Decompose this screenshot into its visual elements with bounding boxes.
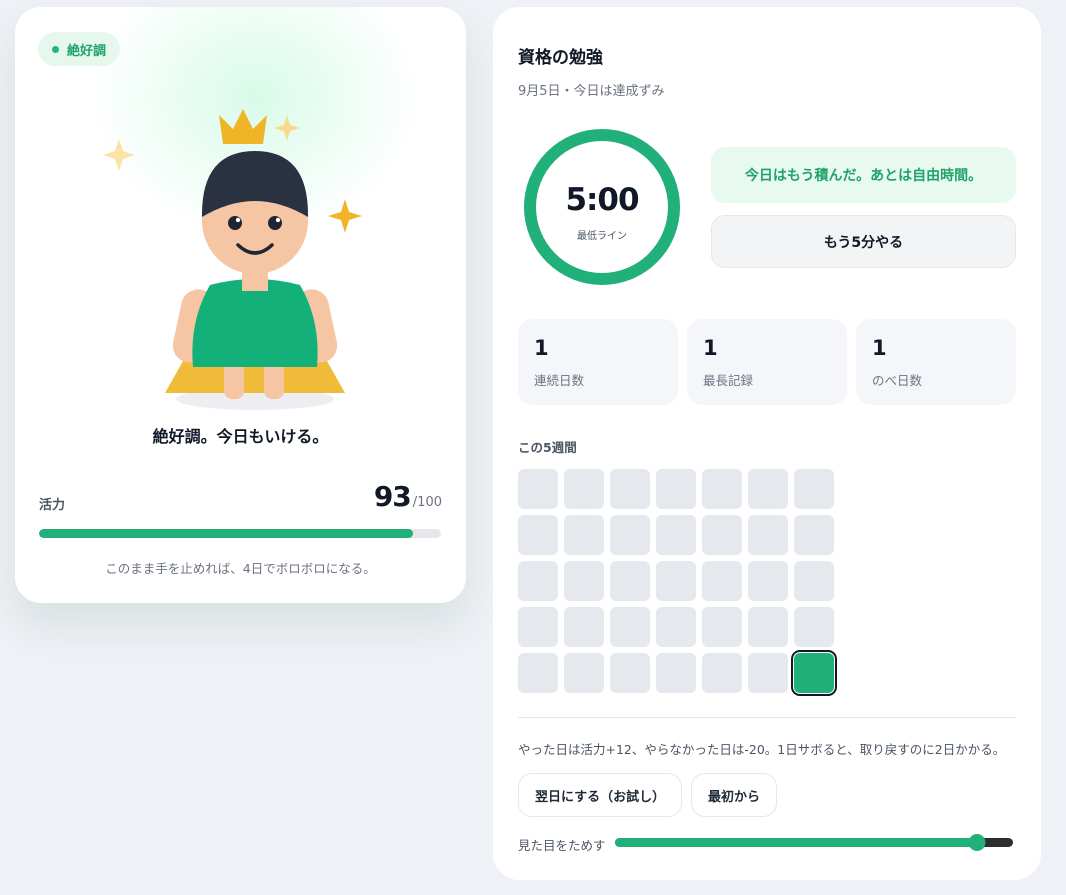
calendar-grid <box>518 469 837 696</box>
calendar-cell <box>564 515 604 555</box>
habit-title: 資格の勉強 <box>518 48 603 68</box>
slider-track-fill <box>615 838 978 847</box>
calendar-cell <box>656 515 696 555</box>
appearance-slider-label: 見た目をためす <box>518 838 606 853</box>
mood-dot-icon <box>52 45 59 53</box>
calendar-cell <box>610 515 650 555</box>
action-buttons: 翌日にする（お試し） 最初から <box>518 773 777 817</box>
habit-panel: 資格の勉強 9月5日・今日は達成ずみ 5:00 最低ライン 今日はもう積んだ。あ… <box>493 7 1041 880</box>
rule-text: やった日は活力+12、やらなかった日は-20。1日サボると、取り戻すのに2日かか… <box>518 742 1006 757</box>
calendar-cell <box>564 653 604 693</box>
vitality-bar-fill <box>39 529 413 538</box>
stat-best: 1 最長記録 <box>687 319 847 405</box>
sparkle-icon <box>274 115 300 141</box>
appearance-slider[interactable] <box>615 833 1013 853</box>
calendar-cell <box>518 653 558 693</box>
done-message: 今日はもう積んだ。あとは自由時間。 <box>711 147 1016 203</box>
slider-thumb[interactable] <box>968 834 986 851</box>
calendar-cell <box>702 469 742 509</box>
stat-label: 連続日数 <box>534 373 585 388</box>
vitality-note: このまま手を止めれば、4日でボロボロになる。 <box>105 561 376 576</box>
calendar-cell <box>656 469 696 509</box>
character-caption: 絶好調。今日もいける。 <box>152 427 329 446</box>
timer-ring: 5:00 最低ライン <box>522 127 682 287</box>
calendar-cell <box>702 607 742 647</box>
calendar-cell <box>748 561 788 601</box>
calendar-cell <box>794 515 834 555</box>
calendar-cell <box>518 469 558 509</box>
calendar-cell <box>564 607 604 647</box>
reset-button[interactable]: 最初から <box>691 773 777 817</box>
vitality-number: 93 <box>373 480 412 513</box>
calendar-cell <box>564 561 604 601</box>
calendar-cell <box>518 515 558 555</box>
calendar-cell <box>656 561 696 601</box>
calendar-cell <box>748 469 788 509</box>
calendar-cell <box>794 561 834 601</box>
mood-badge-label: 絶好調 <box>67 43 107 59</box>
character-eye <box>268 216 282 230</box>
calendar-cell <box>518 607 558 647</box>
calendar-cell-today <box>791 650 837 696</box>
calendar-cell <box>564 469 604 509</box>
character-card: 絶好調 絶好調。今日もいける。 活力 93 /100 このまま手を止めれば、4日… <box>15 7 466 603</box>
stat-value: 1 <box>534 336 549 360</box>
timer-time: 5:00 <box>565 182 639 218</box>
calendar-cell <box>610 653 650 693</box>
stat-streak: 1 連続日数 <box>518 319 678 405</box>
next-day-button[interactable]: 翌日にする（お試し） <box>518 773 682 817</box>
more-five-minutes-button[interactable]: もう5分やる <box>711 215 1016 268</box>
vitality-label: 活力 <box>39 498 66 513</box>
calendar-cell <box>656 653 696 693</box>
character-eye <box>228 216 242 230</box>
calendar-cell <box>610 469 650 509</box>
calendar-cell <box>702 515 742 555</box>
divider <box>518 717 1016 718</box>
character-dress <box>192 279 318 367</box>
calendar-cell <box>702 653 742 693</box>
stat-label: のべ日数 <box>872 373 923 388</box>
calendar-cell <box>794 607 834 647</box>
character-illustration <box>103 109 362 410</box>
calendar-cell <box>748 607 788 647</box>
weeks-title: この5週間 <box>518 440 577 455</box>
stat-total: 1 のべ日数 <box>856 319 1016 405</box>
calendar-cell <box>794 469 834 509</box>
sparkle-icon <box>328 199 362 233</box>
stat-value: 1 <box>872 336 887 360</box>
vitality-value: 93 /100 <box>374 480 442 513</box>
calendar-cell <box>610 561 650 601</box>
calendar-cell <box>656 607 696 647</box>
sparkle-icon <box>103 139 135 171</box>
vitality-bar <box>39 529 441 538</box>
habit-subtitle: 9月5日・今日は達成ずみ <box>518 84 665 99</box>
mood-badge: 絶好調 <box>38 32 121 66</box>
calendar-cell <box>748 515 788 555</box>
crown-icon <box>219 109 267 144</box>
stat-label: 最長記録 <box>703 373 754 388</box>
stat-value: 1 <box>703 336 718 360</box>
vitality-max: /100 <box>412 495 442 510</box>
calendar-cell <box>702 561 742 601</box>
stats-row: 1 連続日数 1 最長記録 1 のべ日数 <box>518 319 1016 405</box>
timer-label: 最低ライン <box>577 231 627 242</box>
calendar-cell <box>518 561 558 601</box>
calendar-cell <box>610 607 650 647</box>
calendar-cell <box>748 653 788 693</box>
